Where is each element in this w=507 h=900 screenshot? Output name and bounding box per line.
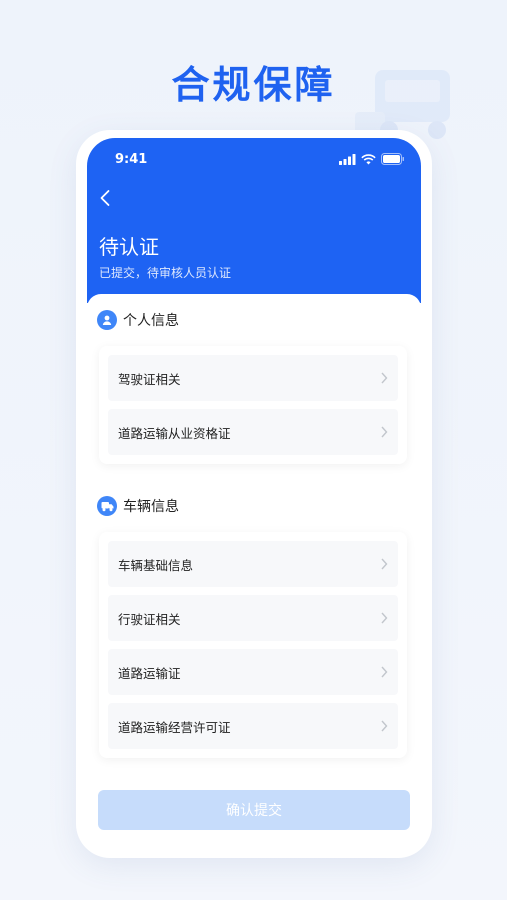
- list-item-vehicle-basic[interactable]: 车辆基础信息: [108, 541, 398, 587]
- wifi-icon: [361, 153, 376, 164]
- confirm-submit-button[interactable]: 确认提交: [98, 790, 410, 830]
- chevron-right-icon: [381, 666, 388, 678]
- battery-icon: [381, 153, 404, 165]
- section-personal-info: 个人信息: [97, 309, 179, 331]
- section-vehicle-title: 车辆信息: [123, 499, 179, 515]
- personal-info-card: 驾驶证相关 道路运输从业资格证: [99, 346, 407, 464]
- chevron-right-icon: [381, 426, 388, 438]
- list-item-label: 行驶证相关: [118, 611, 181, 627]
- content-panel: 个人信息 驾驶证相关 道路运输从业资格证 车辆信息 车辆基础信息 行驶证相关 道…: [87, 294, 421, 850]
- page-subtitle: 已提交，待审核人员认证: [99, 266, 232, 280]
- list-item-vehicle-license[interactable]: 行驶证相关: [108, 595, 398, 641]
- back-chevron-icon[interactable]: [96, 188, 116, 208]
- list-item-driver-license[interactable]: 驾驶证相关: [108, 355, 398, 401]
- header: 9:41 待认证 已提交，待审核人员认证: [87, 138, 421, 303]
- truck-icon: [97, 496, 117, 516]
- person-icon: [97, 310, 117, 330]
- list-item-label: 驾驶证相关: [118, 371, 181, 387]
- list-item-label: 道路运输经营许可证: [118, 719, 231, 735]
- status-icons: [339, 152, 405, 166]
- phone-screen: 9:41 待认证 已提交，待审核人员认证 个人信息 驾驶证相关 道路运输从业资格…: [87, 138, 421, 850]
- chevron-right-icon: [381, 720, 388, 732]
- chevron-right-icon: [381, 612, 388, 624]
- vehicle-info-card: 车辆基础信息 行驶证相关 道路运输证 道路运输经营许可证: [99, 532, 407, 758]
- list-item-road-transport-permit[interactable]: 道路运输经营许可证: [108, 703, 398, 749]
- list-item-label: 道路运输从业资格证: [118, 425, 231, 441]
- list-item-road-transport-qualification[interactable]: 道路运输从业资格证: [108, 409, 398, 455]
- chevron-right-icon: [381, 558, 388, 570]
- section-vehicle-info: 车辆信息: [97, 495, 179, 517]
- list-item-road-transport-cert[interactable]: 道路运输证: [108, 649, 398, 695]
- list-item-label: 车辆基础信息: [118, 557, 194, 573]
- chevron-right-icon: [381, 372, 388, 384]
- page-title: 待认证: [99, 235, 159, 259]
- list-item-label: 道路运输证: [118, 665, 181, 681]
- signal-icon: [339, 153, 356, 165]
- section-personal-title: 个人信息: [123, 313, 179, 329]
- status-time: 9:41: [115, 152, 148, 167]
- phone-frame: 9:41 待认证 已提交，待审核人员认证 个人信息 驾驶证相关 道路运输从业资格…: [76, 130, 432, 858]
